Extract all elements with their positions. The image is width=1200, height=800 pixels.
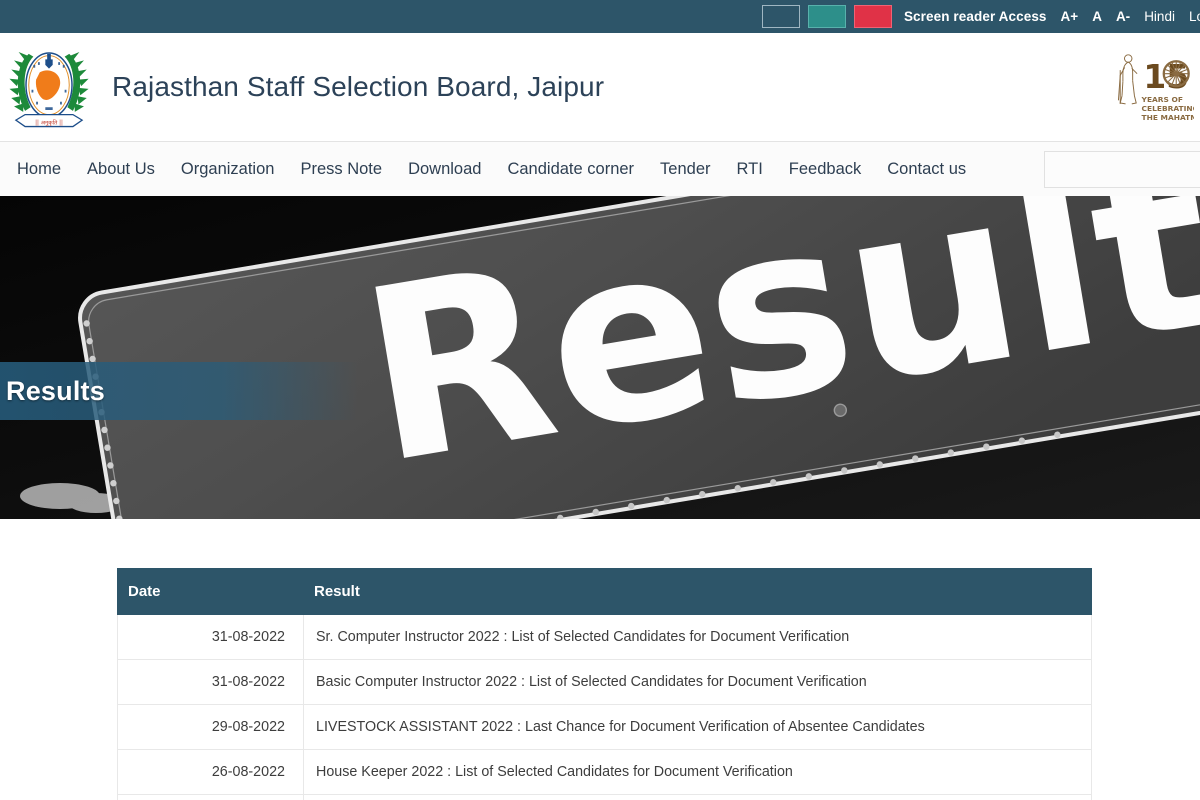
nav-item-home[interactable]: Home [4,160,74,179]
cell-result: House Keeper 2022 : List of Selected Can… [303,749,1092,795]
font-normal-button[interactable]: A [1092,9,1102,24]
cell-result: Basic Computer Instructor 2022 : List of… [303,659,1092,705]
svg-text:YEARS OF: YEARS OF [1141,95,1183,104]
theme-swatch-teal[interactable] [807,5,846,28]
column-header-result[interactable]: Result [303,568,1092,615]
nav-item-organization[interactable]: Organization [168,160,288,179]
page-banner: Results Results [0,196,1200,519]
cell-date [117,794,304,800]
cell-result: Sr. Computer Instructor 2022 : List of S… [303,614,1092,660]
cell-result: LIVESTOCK ASSISTANT 2022 : Last Chance f… [303,704,1092,750]
rajasthan-emblem-icon: || अनुकृति || [0,34,98,140]
theme-swatches [761,5,892,28]
nav-item-list: Home About Us Organization Press Note Do… [0,160,979,179]
banner-photo: Results [0,196,1200,519]
svg-text:|| अनुकृति ||: || अनुकृति || [35,119,63,127]
screen-reader-access-link[interactable]: Screen reader Access [904,9,1047,24]
search-input[interactable] [1044,151,1200,188]
top-utility-links: Screen reader Access A+ A A- Hindi Login [904,9,1200,24]
theme-swatch-red[interactable] [853,5,892,28]
svg-text:CELEBRATING: CELEBRATING [1142,104,1194,113]
cell-date: 31-08-2022 [117,614,304,660]
nav-item-feedback[interactable]: Feedback [776,160,874,179]
search-container [1044,151,1200,188]
font-increase-button[interactable]: A+ [1061,9,1079,24]
cell-result [303,794,1092,800]
banner-page-label: Results [0,362,358,420]
results-table-head: Date Result [117,568,1092,615]
svg-text:THE MAHATMA: THE MAHATMA [1142,113,1194,122]
cell-date: 31-08-2022 [117,659,304,705]
results-table-body: 31-08-2022 Sr. Computer Instructor 2022 … [117,614,1092,800]
result-link[interactable]: Sr. Computer Instructor 2022 : List of S… [316,629,849,645]
nav-item-candidate-corner[interactable]: Candidate corner [494,160,647,179]
site-header: || अनुकृति || Rajasthan Staff Selection … [0,33,1200,141]
page-title: Rajasthan Staff Selection Board, Jaipur [112,71,605,102]
table-row [117,794,1092,800]
nav-item-contact-us[interactable]: Contact us [874,160,979,179]
result-link[interactable]: LIVESTOCK ASSISTANT 2022 : Last Chance f… [316,719,925,735]
column-header-date[interactable]: Date [117,568,304,615]
nav-item-press-note[interactable]: Press Note [287,160,395,179]
main-navigation: Home About Us Organization Press Note Do… [0,141,1200,196]
main-content: Date Result 31-08-2022 Sr. Computer Inst… [0,519,1200,800]
theme-swatch-dark[interactable] [761,5,800,28]
mahatma-150-logo-icon: 15 YEARS OF CELEBRATING THE MAHATMA [1114,47,1200,127]
nav-item-rti[interactable]: RTI [724,160,776,179]
cell-date: 29-08-2022 [117,704,304,750]
results-table: Date Result 31-08-2022 Sr. Computer Inst… [117,568,1092,800]
font-decrease-button[interactable]: A- [1116,9,1130,24]
language-hindi-link[interactable]: Hindi [1144,9,1175,24]
login-link[interactable]: Login [1189,9,1200,24]
result-link[interactable]: Basic Computer Instructor 2022 : List of… [316,674,867,690]
top-utility-bar: Screen reader Access A+ A A- Hindi Login [0,0,1200,33]
table-row: 31-08-2022 Basic Computer Instructor 202… [117,659,1092,705]
table-row: 31-08-2022 Sr. Computer Instructor 2022 … [117,614,1092,660]
banner-page-label-text: Results [6,375,105,406]
nav-item-about-us[interactable]: About Us [74,160,168,179]
table-row: 26-08-2022 House Keeper 2022 : List of S… [117,749,1092,795]
table-row: 29-08-2022 LIVESTOCK ASSISTANT 2022 : La… [117,704,1092,750]
nav-item-tender[interactable]: Tender [647,160,723,179]
cell-date: 26-08-2022 [117,749,304,795]
table-header-row: Date Result [117,568,1092,615]
result-link[interactable]: House Keeper 2022 : List of Selected Can… [316,764,793,780]
nav-item-download[interactable]: Download [395,160,494,179]
